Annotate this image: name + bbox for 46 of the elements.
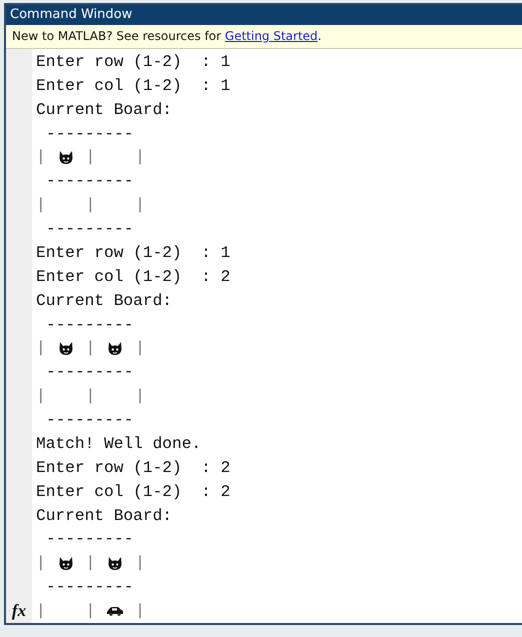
- output-line: Enter row (1-2) : 1: [36, 244, 230, 262]
- cat-face-icon: [107, 340, 124, 356]
- board-divider: |: [86, 602, 96, 620]
- board-rule: ---------: [46, 530, 134, 548]
- board-divider: |: [36, 148, 46, 166]
- board-rule: ---------: [46, 363, 134, 382]
- banner-text: New to MATLAB? See resources for Getting Started.: [12, 29, 322, 43]
- output-line: Enter row (1-2) : 2: [36, 458, 230, 477]
- cat-face-icon: [58, 150, 74, 165]
- output-line: Enter col (1-2) : 1: [36, 76, 230, 95]
- board-divider: |: [86, 554, 96, 572]
- board-divider: |: [135, 339, 145, 358]
- board-rule: ---------: [46, 411, 134, 430]
- board-rule: ---------: [46, 172, 134, 190]
- board-divider: |: [36, 602, 46, 620]
- board-rule: ---------: [46, 578, 134, 596]
- board-divider: |: [135, 602, 145, 620]
- board-rule: ---------: [46, 124, 134, 143]
- board-divider: |: [86, 339, 96, 358]
- board-divider: |: [135, 196, 145, 214]
- output-line: Current Board:: [36, 292, 172, 310]
- board-divider: |: [86, 148, 96, 166]
- board-divider: |: [36, 554, 46, 572]
- board-divider: |: [135, 554, 145, 572]
- board-divider: |: [36, 339, 46, 358]
- cat-face-icon: [107, 556, 124, 571]
- output-line: Current Board:: [36, 506, 172, 525]
- cat-face-icon: [58, 556, 74, 571]
- board-rule: ---------: [46, 316, 134, 334]
- board-divider: |: [86, 196, 96, 214]
- getting-started-link[interactable]: Getting Started: [224, 29, 318, 43]
- output-line: Match! Well done.: [36, 434, 202, 453]
- car-icon: [106, 606, 124, 616]
- cat-face-icon: [58, 340, 74, 356]
- board-divider: |: [86, 387, 96, 406]
- board-divider: |: [135, 148, 145, 166]
- function-browser-button[interactable]: fx: [12, 601, 26, 621]
- output-line: Current Board:: [36, 100, 172, 119]
- board-rule: ---------: [46, 220, 134, 238]
- output-line: Enter col (1-2) : 2: [36, 268, 230, 286]
- board-divider: |: [36, 196, 46, 214]
- board-divider: |: [135, 387, 145, 406]
- window-title: Command Window: [6, 5, 522, 25]
- output-line: Enter col (1-2) : 2: [36, 482, 230, 501]
- output-line: Enter row (1-2) : 1: [36, 52, 230, 71]
- board-divider: |: [36, 387, 46, 406]
